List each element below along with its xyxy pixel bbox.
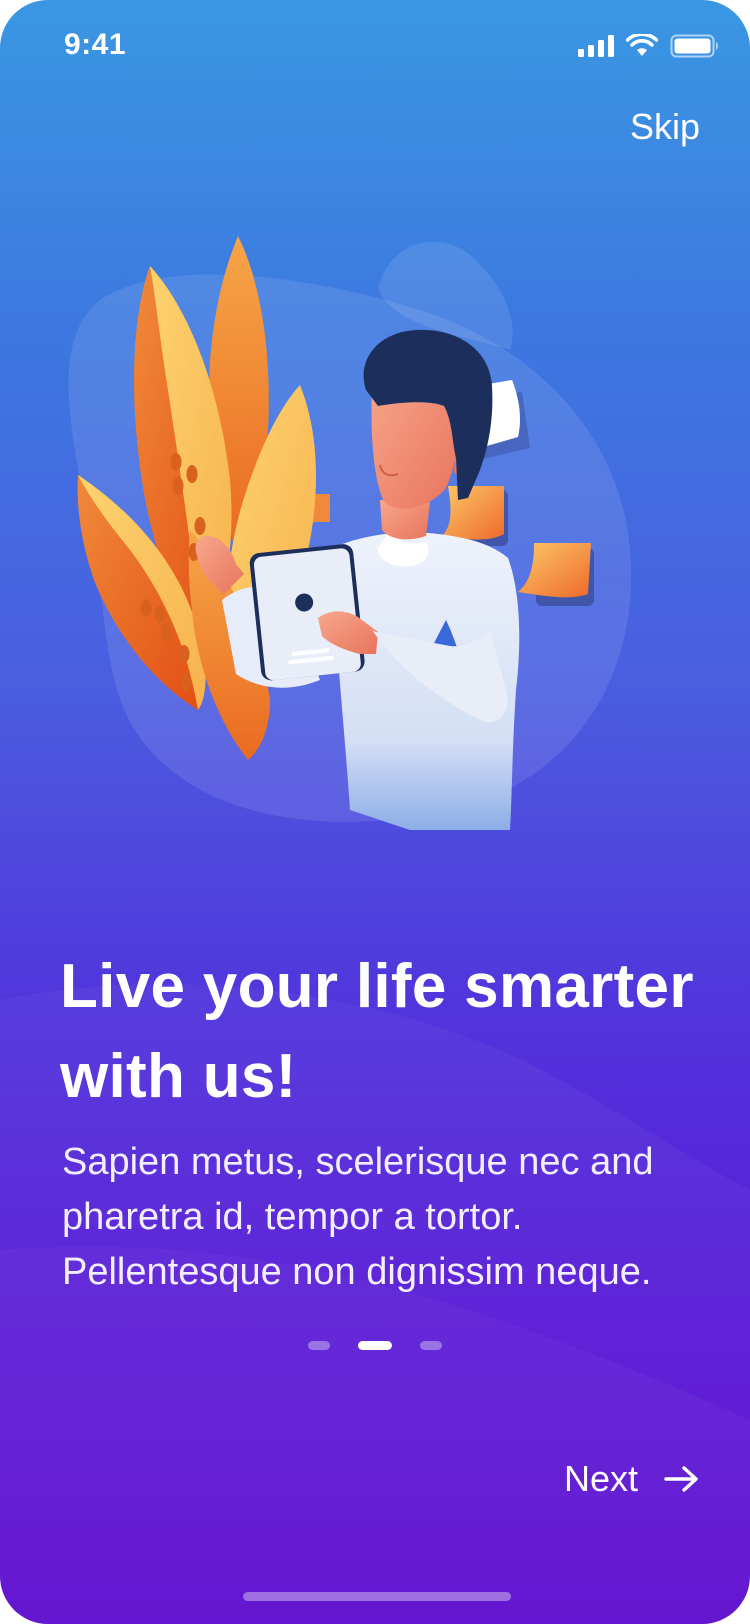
onboarding-title: Live your life smarter with us! [60, 952, 694, 1111]
page-dot[interactable] [308, 1341, 330, 1350]
skip-button[interactable]: Skip [630, 106, 700, 148]
status-time: 9:41 [64, 28, 127, 61]
cellular-signal-icon [578, 35, 614, 57]
onboarding-description: Sapien metus, scelerisque nec and pharet… [62, 1141, 654, 1293]
battery-icon [670, 34, 718, 58]
onboarding-illustration [68, 236, 632, 830]
next-label: Next [563, 1458, 638, 1499]
arrow-right-icon [664, 1466, 698, 1492]
status-bar: 9:41 [0, 0, 750, 92]
next-button[interactable]: Next [564, 1458, 700, 1500]
status-icons [578, 34, 720, 58]
page-indicator [0, 1341, 750, 1350]
wifi-icon [626, 34, 658, 56]
page-dot-active[interactable] [358, 1341, 392, 1350]
page-dot[interactable] [420, 1341, 442, 1350]
home-indicator[interactable] [243, 1592, 511, 1601]
onboarding-screen: 9:41 Skip Live your life smarter with us… [0, 0, 750, 1624]
